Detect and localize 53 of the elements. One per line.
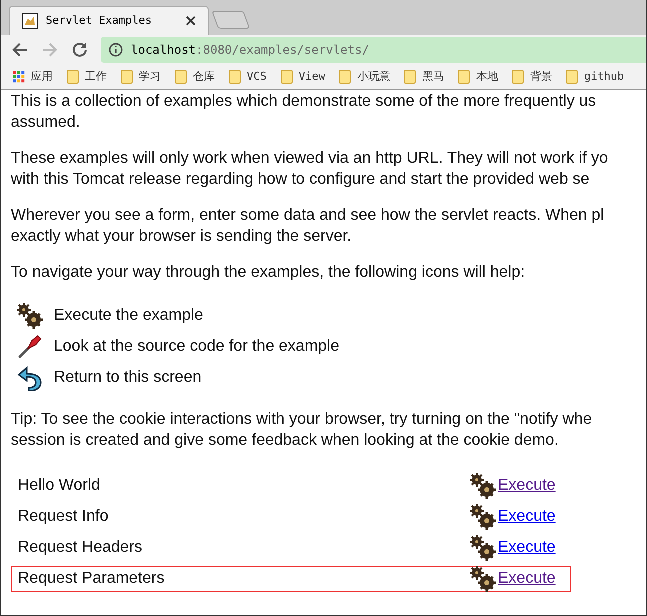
bookmark[interactable]: 黑马 [404,68,444,86]
folder-icon [566,70,578,84]
info-icon [109,43,123,57]
reload-icon[interactable] [71,41,89,59]
paragraph: Wherever you see a form, enter some data and see how the servlet reacts. When pl exactly what your browser is sending the server. [11,206,606,247]
example-name: Request Parameters [18,569,166,589]
execute-link[interactable]: Execute [498,474,556,498]
tab-title: Servlet Examples [46,12,153,29]
bookmark[interactable]: 仓库 [175,68,215,86]
execute-link[interactable]: Execute [498,536,556,560]
legend-text: Return to this screen [54,368,202,388]
gears-icon [470,535,496,561]
close-icon[interactable] [186,16,196,26]
legend-text: Look at the source code for the example [54,337,340,357]
folder-icon [280,70,293,84]
bookmark[interactable]: 学习 [121,68,161,86]
gears-icon [17,303,43,329]
bookmark[interactable]: github [566,68,624,86]
folder-icon [512,70,524,84]
url-text: localhost:8080/examples/servlets/ [131,42,370,59]
bookmark[interactable]: View [280,68,326,86]
folder-icon [229,70,241,84]
paragraph: Tip: To see the cookie interactions with your browser, try turning on the "notify whe session is created and give some feedback when looking at the cookie demo. [11,410,594,451]
example-name: Request Info [18,507,110,527]
screwdriver-icon [17,334,43,360]
bookmark[interactable]: VCS [229,68,267,86]
bookmark[interactable]: 小玩意 [339,68,390,86]
gears-icon [470,504,496,530]
address-bar[interactable]: localhost:8080/examples/servlets/ [101,37,646,63]
bookmark[interactable]: 本地 [458,68,498,86]
folder-icon [458,70,470,84]
paragraph: This is a collection of examples which demonstrate some of the more frequently us assumed. [11,92,598,133]
gears-icon [470,473,496,499]
back-icon[interactable] [11,41,29,59]
paragraph: To navigate your way through the examples, the following icons will help: [11,263,526,283]
folder-icon [404,70,416,84]
folder-icon [339,70,352,84]
gears-icon [470,566,496,592]
example-name: Request Headers [18,538,144,558]
folder-icon [67,70,79,84]
example-name: Hello World [18,476,102,496]
bookmark[interactable]: 工作 [67,68,107,86]
legend-text: Execute the example [54,306,204,326]
folder-icon [121,70,133,84]
folder-icon [175,70,187,84]
apps-grid-icon [13,71,25,83]
bookmark[interactable]: 背景 [512,68,552,86]
bookmark[interactable]: 应用 [13,68,53,86]
execute-link[interactable]: Execute [498,505,556,529]
paragraph: These examples will only work when viewed via an http URL. They will not work if yo with this Tomcat release regarding how to configure and start the provided web se [11,149,610,190]
execute-link[interactable]: Execute [498,567,556,591]
browser-tab[interactable]: Servlet Examples [9,6,209,35]
return-arrow-icon [17,365,43,391]
